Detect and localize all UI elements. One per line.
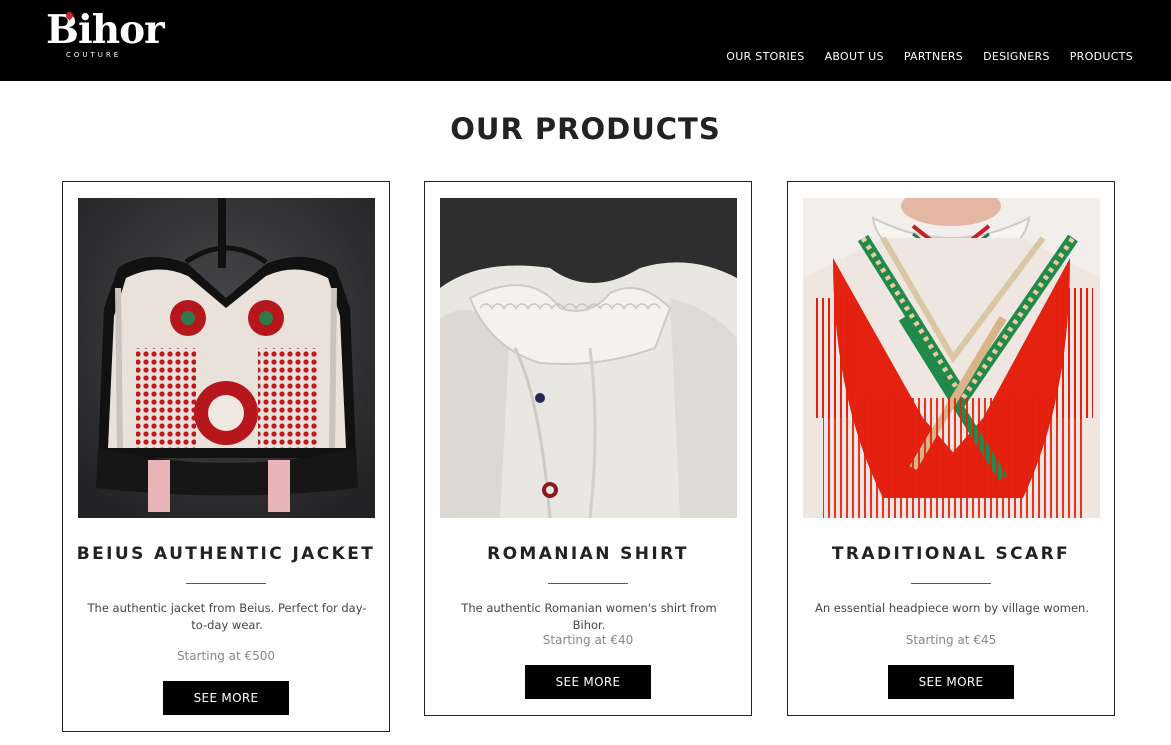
brand-name: Bihor — [46, 7, 165, 53]
see-more-button[interactable]: SEE MORE — [888, 665, 1014, 699]
title-divider — [911, 583, 991, 584]
see-more-button[interactable]: SEE MORE — [525, 665, 651, 699]
title-divider — [548, 583, 628, 584]
product-price: Starting at €45 — [905, 633, 997, 647]
nav-products[interactable]: PRODUCTS — [1070, 50, 1133, 63]
product-price: Starting at €40 — [542, 633, 634, 647]
page-title: OUR PRODUCTS — [450, 112, 721, 146]
product-description: The authentic Romanian women's shirt fro… — [461, 601, 717, 632]
red-fringed-scarf-photo — [803, 198, 1100, 518]
product-title: TRADITIONAL SCARF — [831, 544, 1071, 564]
embroidered-vest-photo — [78, 198, 375, 518]
product-title: BEIUS AUTHENTIC JACKET — [76, 544, 376, 564]
product-title: ROMANIAN SHIRT — [487, 544, 689, 564]
product-price: Starting at €500 — [176, 649, 276, 663]
product-card-jacket: BEIUS AUTHENTIC JACKET The authentic jac… — [62, 181, 390, 732]
product-image-scarf[interactable] — [803, 198, 1100, 518]
main-nav: OUR STORIES ABOUT US PARTNERS DESIGNERS … — [726, 50, 1133, 63]
title-divider — [186, 583, 266, 584]
product-card-scarf: TRADITIONAL SCARF An essential headpiece… — [787, 181, 1115, 716]
product-image-jacket[interactable] — [78, 198, 375, 518]
top-navigation-bar: Bihor COUTURE OUR STORIES ABOUT US PARTN… — [0, 0, 1171, 81]
see-more-button[interactable]: SEE MORE — [163, 681, 289, 715]
nav-our-stories[interactable]: OUR STORIES — [726, 50, 804, 63]
nav-about-us[interactable]: ABOUT US — [825, 50, 884, 63]
product-image-shirt[interactable] — [440, 198, 737, 518]
product-description: An essential headpiece worn by village w… — [815, 601, 1089, 615]
nav-partners[interactable]: PARTNERS — [904, 50, 963, 63]
nav-designers[interactable]: DESIGNERS — [983, 50, 1050, 63]
brand-tagline: COUTURE — [66, 51, 122, 59]
white-shirt-photo — [440, 198, 737, 518]
product-description: The authentic jacket from Beius. Perfect… — [87, 601, 367, 632]
brand-logo[interactable]: Bihor COUTURE — [46, 7, 165, 62]
product-card-shirt: ROMANIAN SHIRT The authentic Romanian wo… — [424, 181, 752, 716]
